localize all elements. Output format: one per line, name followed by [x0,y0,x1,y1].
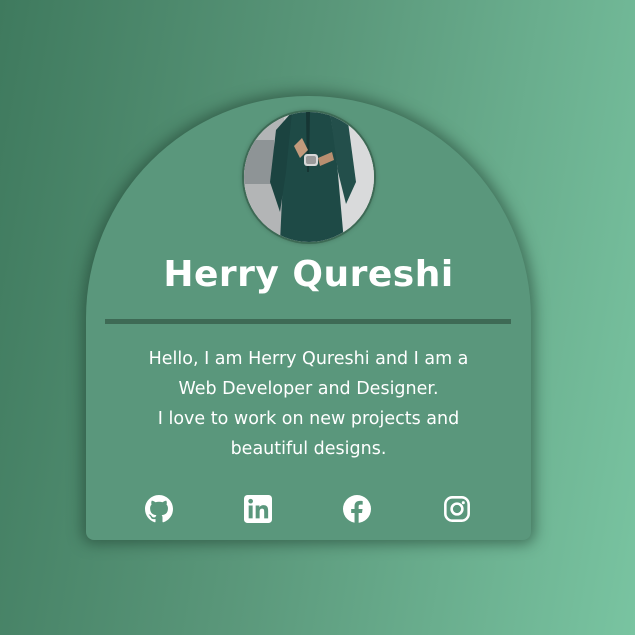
bio-line: Hello, I am Herry Qureshi and I am a [148,349,469,369]
bio-line: I love to work on new projects and [157,409,460,429]
instagram-icon [444,496,470,522]
profile-name: Herry Qureshi [163,254,454,295]
bio-line: beautiful designs. [230,439,387,459]
instagram-link[interactable] [442,494,472,524]
linkedin-icon [244,495,272,523]
profile-card: Herry Qureshi Hello, I am Herry Qureshi … [86,96,531,540]
facebook-icon [343,495,371,523]
github-link[interactable] [144,494,174,524]
profile-avatar [244,112,374,242]
github-icon [145,495,173,523]
linkedin-link[interactable] [243,494,273,524]
social-links [86,494,531,526]
bio-line: Web Developer and Designer. [178,379,439,399]
profile-bio: Hello, I am Herry Qureshi and I am a Web… [106,344,511,464]
facebook-link[interactable] [342,494,372,524]
divider [105,319,511,324]
